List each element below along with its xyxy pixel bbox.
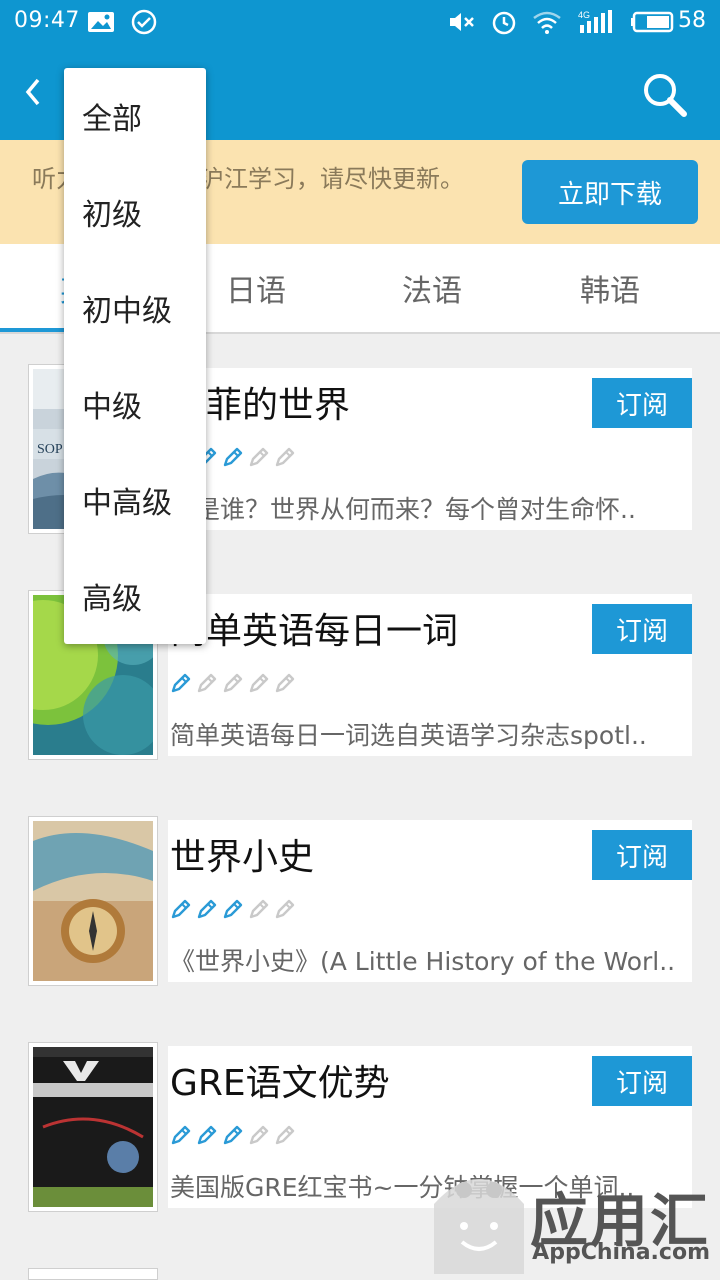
dropdown-item-elementary[interactable]: 初中级 (64, 260, 206, 356)
dropdown-item-advanced[interactable]: 高级 (64, 548, 206, 644)
item-description: 我是谁？世界从何而来？每个曾对生命怀.. (170, 495, 636, 524)
search-icon[interactable] (640, 70, 688, 118)
dropdown-item-intermediate[interactable]: 中级 (64, 356, 206, 452)
watermark: 应用汇 AppChina.com (418, 1148, 720, 1280)
subscribe-button[interactable]: 订阅 (592, 1056, 692, 1106)
pencil-icon (249, 1125, 269, 1145)
pencil-icon (275, 1125, 295, 1145)
wifi-icon (532, 9, 562, 35)
subscribe-button[interactable]: 订阅 (592, 830, 692, 880)
pencil-icon (171, 673, 191, 693)
list-item[interactable]: 世界小史 订阅 《世界小史》(A Little History of the W… (28, 816, 692, 986)
pencil-icon (171, 1125, 191, 1145)
back-icon[interactable] (18, 70, 48, 114)
item-title: 简单英语每日一词 (170, 611, 459, 652)
difficulty-rating (170, 898, 296, 920)
mute-icon (448, 9, 476, 35)
pencil-icon (249, 447, 269, 467)
item-description: 《世界小史》(A Little History of the Worl.. (170, 947, 676, 976)
pencil-icon (223, 899, 243, 919)
status-bar: 09:47 4G 58 (0, 0, 720, 44)
dropdown-item-beginner[interactable]: 初级 (64, 164, 206, 260)
subscribe-button[interactable]: 订阅 (592, 604, 692, 654)
pencil-icon (275, 899, 295, 919)
dropdown-item-upper-intermediate[interactable]: 中高级 (64, 452, 206, 548)
item-card: 苏菲的世界 订阅 我是谁？世界从何而来？每个曾对生命怀.. (168, 368, 692, 530)
difficulty-rating (170, 1124, 296, 1146)
pencil-icon (197, 673, 217, 693)
appchina-logo-icon (434, 1179, 524, 1274)
pencil-icon (249, 673, 269, 693)
signal-icon: 4G (576, 9, 616, 35)
item-description: 简单英语每日一词选自英语学习杂志spotl.. (170, 721, 647, 750)
level-filter-dropdown: 全部 初级 初中级 中级 中高级 高级 (64, 68, 206, 644)
battery-icon (630, 9, 676, 35)
pencil-icon (223, 673, 243, 693)
book-cover (28, 816, 158, 986)
item-card: 世界小史 订阅 《世界小史》(A Little History of the W… (168, 820, 692, 982)
pencil-icon (197, 1125, 217, 1145)
network-type: 4G (578, 10, 590, 20)
pencil-icon (223, 1125, 243, 1145)
pencil-icon (171, 899, 191, 919)
image-notification-icon (86, 9, 116, 35)
tab-korean[interactable]: 韩语 (520, 244, 700, 332)
watermark-en: AppChina.com (532, 1240, 710, 1265)
subscribe-button[interactable]: 订阅 (592, 378, 692, 428)
pencil-icon (197, 899, 217, 919)
pencil-icon (275, 673, 295, 693)
item-title: 世界小史 (170, 837, 315, 878)
difficulty-rating (170, 672, 296, 694)
item-card: 简单英语每日一词 订阅 简单英语每日一词选自英语学习杂志spotl.. (168, 594, 692, 756)
pencil-icon (249, 899, 269, 919)
pencil-icon (275, 447, 295, 467)
alarm-icon (490, 9, 518, 35)
tab-french[interactable]: 法语 (342, 244, 522, 332)
svg-text:SOP: SOP (37, 442, 63, 457)
pencil-icon (223, 447, 243, 467)
download-now-button[interactable]: 立即下载 (522, 160, 698, 224)
status-time: 09:47 (14, 8, 80, 33)
dropdown-item-all[interactable]: 全部 (64, 68, 206, 164)
item-title: GRE语文优势 (170, 1063, 390, 1104)
book-cover (28, 1042, 158, 1212)
battery-level: 58 (678, 8, 706, 33)
book-cover (28, 1268, 158, 1280)
check-circle-icon (130, 9, 158, 35)
